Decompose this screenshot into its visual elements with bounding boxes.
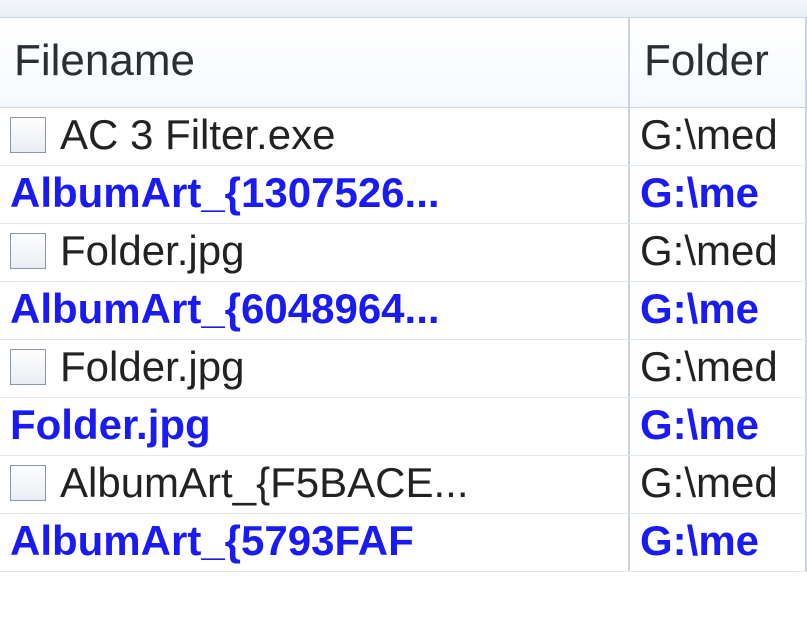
cell-filename: AlbumArt_{6048964...	[0, 282, 630, 339]
table-row[interactable]: Folder.jpg G:\me	[0, 398, 807, 456]
folder-text: G:\me	[640, 172, 759, 214]
filename-text: AlbumArt_{6048964...	[10, 288, 440, 330]
filename-text: AlbumArt_{5793FAF	[10, 520, 414, 562]
cell-folder: G:\me	[630, 282, 807, 339]
table-row[interactable]: Folder.jpg G:\med	[0, 340, 807, 398]
table-row[interactable]: AlbumArt_{1307526... G:\me	[0, 166, 807, 224]
table-row[interactable]: AlbumArt_{F5BACE... G:\med	[0, 456, 807, 514]
folder-text: G:\me	[640, 404, 759, 446]
header-filename[interactable]: Filename	[0, 18, 630, 107]
cell-folder: G:\me	[630, 398, 807, 455]
filename-text: AC 3 Filter.exe	[60, 114, 335, 156]
cell-folder: G:\med	[630, 456, 807, 513]
cell-folder: G:\med	[630, 224, 807, 281]
cell-folder: G:\med	[630, 108, 807, 165]
filename-text: Folder.jpg	[60, 230, 244, 272]
filename-text: Folder.jpg	[60, 346, 244, 388]
filename-text: AlbumArt_{1307526...	[10, 172, 440, 214]
cell-filename: AlbumArt_{F5BACE...	[0, 456, 630, 513]
cell-filename: Folder.jpg	[0, 340, 630, 397]
folder-text: G:\me	[640, 288, 759, 330]
cell-filename: AlbumArt_{1307526...	[0, 166, 630, 223]
checkbox-icon[interactable]	[10, 349, 46, 385]
cell-filename: Folder.jpg	[0, 224, 630, 281]
checkbox-icon[interactable]	[10, 233, 46, 269]
cell-folder: G:\me	[630, 166, 807, 223]
cell-filename: Folder.jpg	[0, 398, 630, 455]
checkbox-icon[interactable]	[10, 465, 46, 501]
folder-text: G:\med	[640, 114, 778, 156]
table-row[interactable]: AC 3 Filter.exe G:\med	[0, 108, 807, 166]
table-body: AC 3 Filter.exe G:\med AlbumArt_{1307526…	[0, 108, 807, 572]
table-header: Filename Folder	[0, 18, 807, 108]
checkbox-icon[interactable]	[10, 117, 46, 153]
folder-text: G:\med	[640, 230, 778, 272]
filename-text: AlbumArt_{F5BACE...	[60, 462, 469, 504]
table-row[interactable]: Folder.jpg G:\med	[0, 224, 807, 282]
cell-filename: AC 3 Filter.exe	[0, 108, 630, 165]
filename-text: Folder.jpg	[10, 404, 211, 446]
folder-text: G:\med	[640, 346, 778, 388]
table-row[interactable]: AlbumArt_{6048964... G:\me	[0, 282, 807, 340]
window-top-strip	[0, 0, 807, 18]
cell-folder: G:\med	[630, 340, 807, 397]
cell-filename: AlbumArt_{5793FAF	[0, 514, 630, 571]
table-row[interactable]: AlbumArt_{5793FAF G:\me	[0, 514, 807, 572]
header-folder[interactable]: Folder	[630, 18, 807, 107]
folder-text: G:\me	[640, 520, 759, 562]
cell-folder: G:\me	[630, 514, 807, 571]
folder-text: G:\med	[640, 462, 778, 504]
